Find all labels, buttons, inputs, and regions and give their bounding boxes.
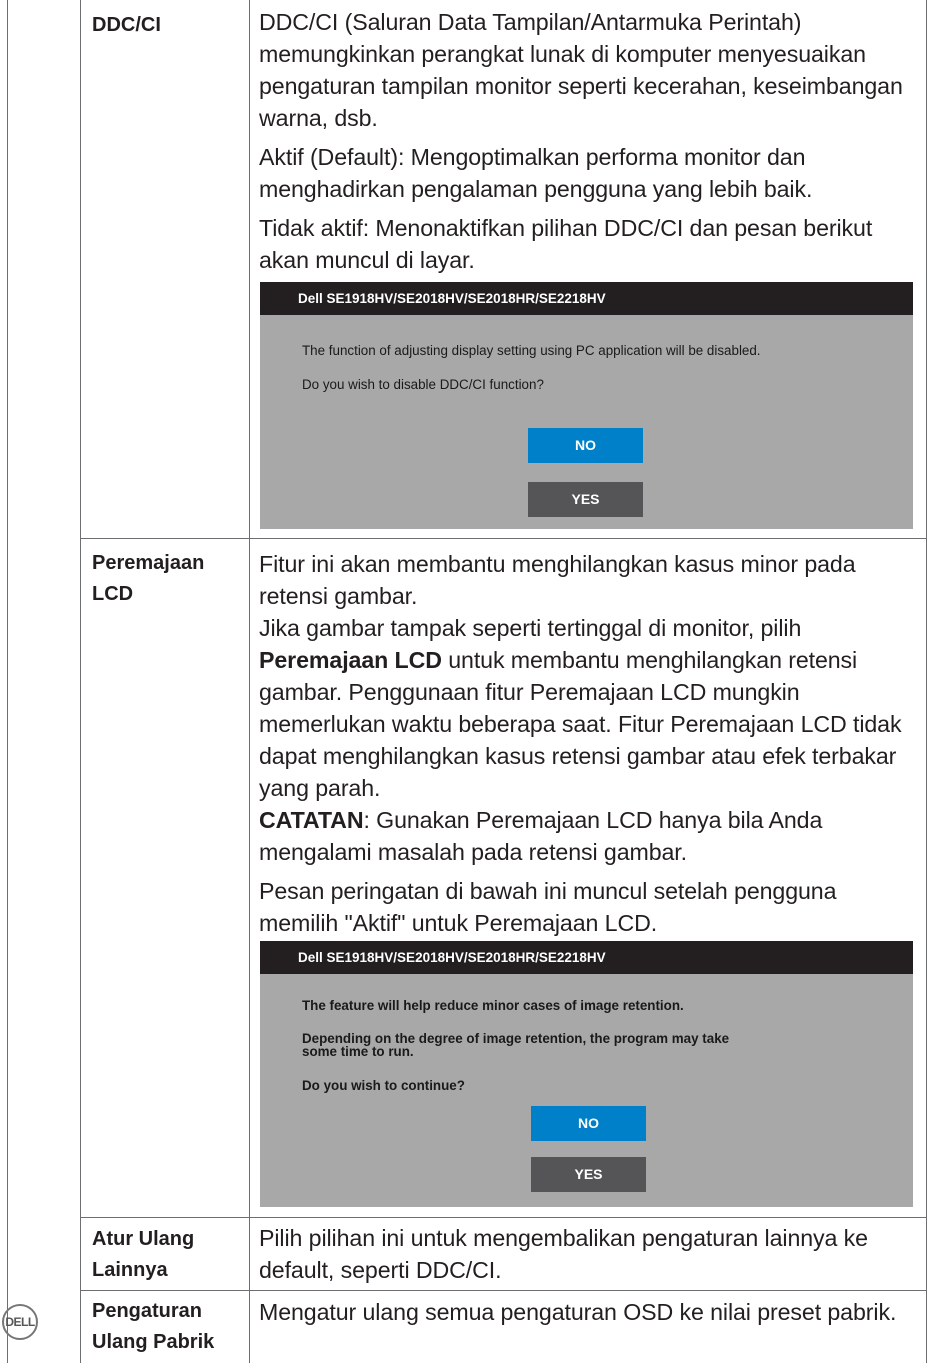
- label-line: Ulang Pabrik: [92, 1331, 215, 1353]
- dell-logo: DELL: [2, 1304, 38, 1340]
- row-label-ddcci: DDC/CI: [92, 14, 161, 36]
- lcd-conditioning-dialog: Dell SE1918HV/SE2018HV/SE2018HR/SE2218HV…: [260, 941, 913, 1207]
- label-line: Pengaturan: [92, 1300, 203, 1322]
- row-description-factory-reset: Mengatur ulang semua pengaturan OSD ke n…: [259, 1296, 919, 1328]
- label-line: Lainnya: [92, 1259, 168, 1281]
- row-divider: [80, 538, 927, 539]
- row-divider: [80, 1217, 927, 1218]
- dialog-question: Do you wish to continue?: [302, 1078, 465, 1093]
- row-description-ddcci: DDC/CI (Saluran Data Tampilan/Antarmuka …: [259, 6, 919, 276]
- row-label-other-reset: Atur Ulang Lainnya: [92, 1224, 242, 1286]
- dialog-title: Dell SE1918HV/SE2018HV/SE2018HR/SE2218HV: [260, 941, 913, 974]
- label-line: Atur Ulang: [92, 1228, 195, 1250]
- no-button[interactable]: NO: [531, 1106, 646, 1141]
- yes-button[interactable]: YES: [528, 482, 643, 517]
- dialog-message: The function of adjusting display settin…: [302, 343, 761, 358]
- row-label-lcd-conditioning: Peremajaan LCD: [92, 548, 242, 610]
- dialog-message: some time to run.: [302, 1044, 414, 1059]
- label-column-left-border: [80, 0, 81, 1363]
- label-line: Peremajaan: [92, 552, 205, 574]
- row-description-lcd-conditioning: Fitur ini akan membantu menghilangkan ka…: [259, 548, 919, 939]
- lcd-feature-name: Peremajaan LCD: [259, 647, 442, 673]
- dialog-message: The feature will help reduce minor cases…: [302, 998, 684, 1013]
- note-label: CATATAN: [259, 807, 364, 833]
- factory-reset-paragraph: Mengatur ulang semua pengaturan OSD ke n…: [259, 1299, 897, 1325]
- row-label-factory-reset: Pengaturan Ulang Pabrik: [92, 1296, 242, 1358]
- other-reset-paragraph: Pilih pilihan ini untuk mengembalikan pe…: [259, 1225, 868, 1283]
- row-description-other-reset: Pilih pilihan ini untuk mengembalikan pe…: [259, 1222, 919, 1286]
- dialog-question: Do you wish to disable DDC/CI function?: [302, 377, 544, 392]
- label-line: LCD: [92, 583, 134, 605]
- table-right-border: [926, 0, 927, 1363]
- ddcci-dialog: Dell SE1918HV/SE2018HV/SE2018HR/SE2218HV…: [260, 282, 913, 529]
- table-left-border: [7, 0, 8, 1363]
- ddcci-paragraph: DDC/CI (Saluran Data Tampilan/Antarmuka …: [259, 9, 903, 131]
- lcd-detail-paragraph: Jika gambar tampak seperti tertinggal di…: [259, 612, 919, 804]
- lcd-warning-paragraph: Pesan peringatan di bawah ini muncul set…: [259, 878, 837, 936]
- dialog-title: Dell SE1918HV/SE2018HV/SE2018HR/SE2218HV: [260, 282, 913, 315]
- lcd-note-paragraph: CATATAN: Gunakan Peremajaan LCD hanya bi…: [259, 804, 919, 868]
- row-divider: [80, 1290, 927, 1291]
- yes-button[interactable]: YES: [531, 1157, 646, 1192]
- no-button[interactable]: NO: [528, 428, 643, 463]
- ddcci-off-paragraph: Tidak aktif: Menonaktifkan pilihan DDC/C…: [259, 215, 873, 273]
- lcd-detail-text: Jika gambar tampak seperti tertinggal di…: [259, 615, 802, 641]
- lcd-intro-paragraph: Fitur ini akan membantu menghilangkan ka…: [259, 551, 856, 609]
- column-divider: [249, 0, 250, 1363]
- ddcci-default-paragraph: Aktif (Default): Mengoptimalkan performa…: [259, 144, 813, 202]
